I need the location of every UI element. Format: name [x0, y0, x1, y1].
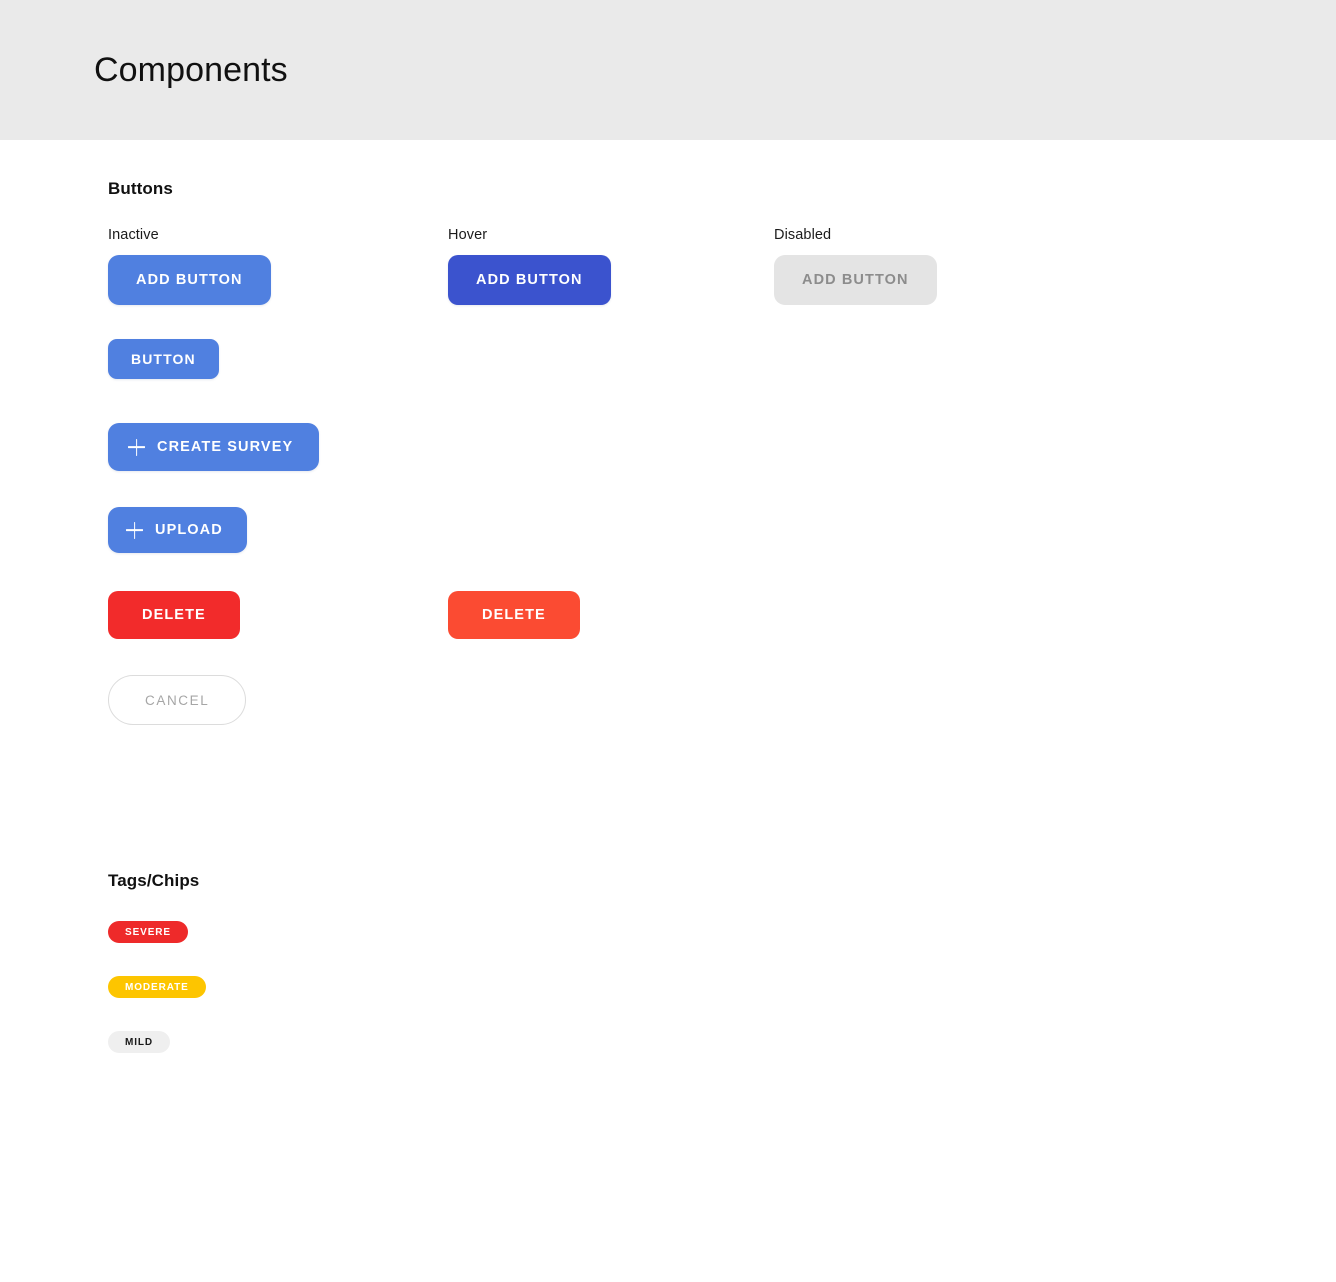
cancel-button-inactive[interactable]: CANCEL: [108, 675, 247, 725]
column-label-inactive: Inactive: [108, 227, 159, 243]
cell-hover: ADD BUTTON: [448, 255, 611, 305]
cell-inactive: CANCEL: [108, 675, 247, 725]
button-state-column-labels: Inactive Hover Disabled: [108, 227, 1336, 247]
upload-button-label: UPLOAD: [155, 522, 223, 538]
content-area: Buttons Inactive Hover Disabled ADD BUTT…: [0, 140, 1336, 1086]
chip-list: SEVERE MODERATE MILD: [108, 921, 1336, 1086]
tags-chips-section-title: Tags/Chips: [108, 871, 200, 890]
buttons-section: Buttons Inactive Hover Disabled ADD BUTT…: [108, 140, 1336, 759]
button-row-cancel: CANCEL: [108, 675, 1336, 759]
page-title: Components: [94, 51, 288, 89]
delete-button-hover[interactable]: DELETE: [448, 591, 580, 639]
button-inactive[interactable]: BUTTON: [108, 339, 219, 379]
button-row-create-survey: CREATE SURVEY: [108, 423, 1336, 507]
column-label-hover: Hover: [448, 227, 488, 243]
chip-row: MODERATE: [108, 976, 1336, 1031]
add-button-inactive[interactable]: ADD BUTTON: [108, 255, 271, 305]
cell-inactive: ADD BUTTON: [108, 255, 271, 305]
chip-row: MILD: [108, 1031, 1336, 1086]
plus-icon: [128, 439, 145, 456]
button-rows: ADD BUTTON ADD BUTTON ADD BUTTON BUTTON: [108, 255, 1336, 759]
upload-button-inactive[interactable]: UPLOAD: [108, 507, 247, 553]
create-survey-button-label: CREATE SURVEY: [157, 439, 294, 455]
tags-chips-section: Tags/Chips SEVERE MODERATE MILD: [108, 871, 1336, 1086]
cell-hover: DELETE: [448, 591, 580, 639]
plus-icon: [126, 522, 143, 539]
chip-moderate[interactable]: MODERATE: [108, 976, 206, 998]
create-survey-button-inactive[interactable]: CREATE SURVEY: [108, 423, 320, 471]
button-row-add-button: ADD BUTTON ADD BUTTON ADD BUTTON: [108, 255, 1336, 339]
cell-inactive: DELETE: [108, 591, 240, 639]
column-label-disabled: Disabled: [774, 227, 832, 243]
cell-inactive: UPLOAD: [108, 507, 247, 553]
cell-inactive: BUTTON: [108, 339, 219, 379]
button-row-button: BUTTON: [108, 339, 1336, 423]
cell-inactive: CREATE SURVEY: [108, 423, 320, 471]
add-button-disabled: ADD BUTTON: [774, 255, 937, 305]
buttons-section-title: Buttons: [108, 179, 173, 198]
cell-disabled: ADD BUTTON: [774, 255, 937, 305]
add-button-hover[interactable]: ADD BUTTON: [448, 255, 611, 305]
button-row-delete: DELETE DELETE: [108, 591, 1336, 675]
chip-severe[interactable]: SEVERE: [108, 921, 188, 943]
chip-row: SEVERE: [108, 921, 1336, 976]
chip-mild[interactable]: MILD: [108, 1031, 171, 1053]
page-header: Components: [0, 0, 1336, 140]
button-row-upload: UPLOAD: [108, 507, 1336, 591]
delete-button-inactive[interactable]: DELETE: [108, 591, 240, 639]
